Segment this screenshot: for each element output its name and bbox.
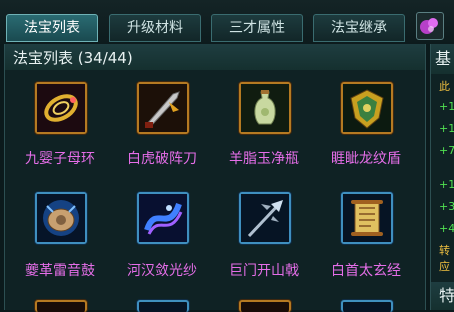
attribute-line: +4	[439, 222, 454, 235]
attribute-line: 应	[439, 260, 450, 273]
item-slot-partial[interactable]	[341, 300, 393, 312]
item-name: 九婴子母环	[25, 151, 95, 167]
item-name: 白首太玄经	[331, 263, 401, 279]
special-header: 特	[431, 282, 454, 310]
item-slot-veil[interactable]	[137, 192, 189, 244]
tab-treasure-list[interactable]: 法宝列表	[6, 14, 98, 42]
item-name: 河汉敛光纱	[127, 263, 197, 279]
panel-title: 法宝列表 (34/44)	[13, 49, 133, 67]
ring-icon	[37, 84, 85, 132]
tab-inheritance[interactable]: 法宝继承	[313, 14, 405, 42]
tab-bar: 法宝列表 升级材料 三才属性 法宝继承	[0, 0, 454, 44]
attribute-line: +1	[439, 178, 454, 191]
item-name: 夔革雷音鼓	[25, 263, 95, 279]
attribute-line: 此	[439, 80, 450, 93]
attribute-line: 转	[439, 244, 450, 257]
attribute-line: +1	[439, 122, 454, 135]
item-name: 白虎破阵刀	[127, 151, 197, 167]
attribute-line: +1	[439, 100, 454, 113]
drum-icon	[37, 194, 85, 242]
tab-upgrade-materials[interactable]: 升级材料	[109, 14, 201, 42]
veil-icon	[139, 194, 187, 242]
attribute-header: 基	[431, 44, 454, 74]
item-slot-ring[interactable]	[35, 82, 87, 134]
item-slot-partial[interactable]	[239, 300, 291, 312]
item-slot-partial[interactable]	[35, 300, 87, 312]
panel-header: 法宝列表 (34/44)	[5, 44, 425, 70]
attribute-line: +3	[439, 200, 454, 213]
item-name: 羊脂玉净瓶	[229, 151, 299, 167]
halberd-icon	[241, 194, 289, 242]
item-slot-scroll[interactable]	[341, 192, 393, 244]
attribute-line: +7	[439, 144, 454, 157]
item-slot-drum[interactable]	[35, 192, 87, 244]
item-slot-partial[interactable]	[137, 300, 189, 312]
treasure-list-panel: 法宝列表 (34/44) 九婴子母环 白虎破阵刀 羊脂玉净瓶 睚眦龙纹盾 夔革雷…	[4, 44, 426, 312]
tab-three-talents[interactable]: 三才属性	[211, 14, 303, 42]
item-slot-vase[interactable]	[239, 82, 291, 134]
vase-icon	[241, 84, 289, 132]
item-slot-shield[interactable]	[341, 82, 393, 134]
shield-icon	[343, 84, 391, 132]
blade-icon	[139, 84, 187, 132]
scroll-icon	[343, 194, 391, 242]
attribute-panel: 基 此 +1 +1 +7 +1 +3 +4 转 应 特	[430, 44, 454, 310]
item-slot-blade[interactable]	[137, 82, 189, 134]
item-slot-halberd[interactable]	[239, 192, 291, 244]
item-name: 巨门开山戟	[229, 263, 299, 279]
item-name: 睚眦龙纹盾	[331, 151, 401, 167]
gem-icon[interactable]	[416, 12, 444, 40]
